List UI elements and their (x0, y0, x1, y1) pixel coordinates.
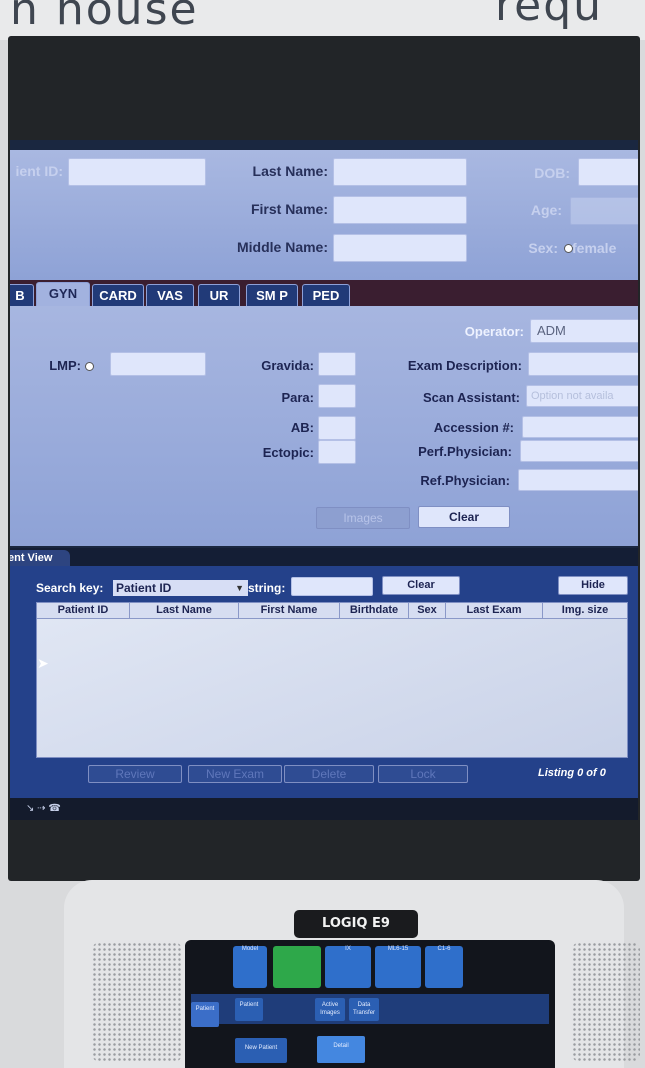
gravida-label: Gravida: (261, 358, 314, 373)
age-field[interactable] (570, 197, 638, 225)
para-field[interactable] (318, 384, 356, 408)
accession-label: Accession #: (433, 420, 514, 435)
new-exam-button[interactable]: New Exam (188, 765, 282, 783)
lock-button[interactable]: Lock (378, 765, 468, 783)
speaker-grille-right (572, 942, 640, 1062)
touch-mode-probe-ix[interactable]: IX (325, 946, 371, 988)
touch-side-patient[interactable]: Patient (191, 1002, 219, 1027)
exam-details-pane: Operator: ADM LMP: Gravida: Para: AB: Ec… (10, 306, 638, 546)
images-button[interactable]: Images (316, 507, 410, 529)
string-label: string: (248, 581, 286, 595)
col-img-size[interactable]: Img. size (543, 603, 627, 618)
tab-card[interactable]: CARD (92, 284, 144, 307)
tab-vas[interactable]: VAS (146, 284, 194, 307)
tab-gyn[interactable]: GYN (36, 282, 90, 307)
listing-count: Listing 0 of 0 (538, 767, 606, 779)
clear-search-button[interactable]: Clear (382, 576, 460, 595)
ultrasound-screen: ient ID: Last Name: First Name: Middle N… (10, 140, 638, 820)
scan-assistant-label: Scan Assistant: (422, 390, 520, 405)
first-name-field[interactable] (333, 196, 467, 224)
ab-field[interactable] (318, 416, 356, 440)
touch-mode-probe-1[interactable] (273, 946, 321, 988)
touch-active-images-button[interactable]: Active Images (315, 998, 345, 1021)
lmp-label: LMP: (34, 358, 94, 373)
ectopic-label: Ectopic: (262, 445, 314, 460)
dob-label: DOB: (534, 165, 570, 181)
search-key-label: Search key: (36, 581, 104, 595)
background-sign-right: requ (495, 0, 604, 31)
col-patient-id[interactable]: Patient ID (37, 603, 130, 618)
hide-button[interactable]: Hide (558, 576, 628, 595)
perf-physician-label: Perf.Physician: (418, 444, 512, 459)
scan-assistant-field[interactable]: Option not availa (526, 385, 638, 407)
scan-assistant-value: Option not availa (531, 390, 614, 402)
first-name-label: First Name: (250, 201, 328, 217)
ref-physician-field[interactable] (518, 469, 638, 491)
perf-physician-field[interactable] (520, 440, 638, 462)
background-sign-left: n house (10, 0, 199, 35)
gravida-field[interactable] (318, 352, 356, 376)
mouse-cursor-icon: ➤ (37, 655, 49, 671)
exam-description-field[interactable] (528, 352, 638, 376)
patient-list-table: Patient ID Last Name First Name Birthdat… (36, 602, 628, 758)
para-label: Para: (281, 390, 314, 405)
col-last-name[interactable]: Last Name (130, 603, 239, 618)
logiq-logo: LOGIQ E9 (294, 910, 418, 938)
touch-panel: Model IX ML6-15 C1-6 Patient Active Imag… (185, 940, 555, 1068)
patient-view-tab[interactable]: ent View (10, 550, 70, 566)
touch-patient-button[interactable]: Patient (235, 998, 263, 1021)
search-string-field[interactable] (291, 577, 373, 596)
category-tabbar: B GYN CARD VAS UR SM P PED (10, 280, 638, 307)
speaker-grille-left (92, 942, 182, 1062)
patient-header: ient ID: Last Name: First Name: Middle N… (10, 150, 638, 280)
patient-id-label: ient ID: (15, 163, 63, 179)
middle-name-field[interactable] (333, 234, 467, 262)
tab-b[interactable]: B (10, 284, 34, 307)
review-button[interactable]: Review (88, 765, 182, 783)
touch-new-patient-button[interactable]: New Patient (235, 1038, 287, 1063)
col-birthdate[interactable]: Birthdate (340, 603, 409, 618)
patient-view-panel: Search key: Patient ID ▼ string: Clear H… (10, 566, 638, 798)
last-name-field[interactable] (333, 158, 467, 186)
touch-subpanel: Patient Active Images Data Transfer (191, 994, 549, 1024)
middle-name-label: Middle Name: (236, 239, 328, 255)
touch-detail-button[interactable]: Detail (317, 1036, 365, 1063)
touch-mode-probe-c16[interactable]: C1-6 (425, 946, 463, 988)
operator-value: ADM (537, 323, 566, 338)
ectopic-field[interactable] (318, 440, 356, 464)
accession-field[interactable] (522, 416, 638, 438)
patient-view-tabrow: ent View (10, 548, 638, 566)
delete-button[interactable]: Delete (284, 765, 374, 783)
sex-label: Sex: (528, 240, 558, 256)
ab-label: AB: (290, 420, 314, 435)
patient-list-header: Patient ID Last Name First Name Birthdat… (37, 603, 627, 619)
dob-field[interactable] (578, 158, 638, 186)
col-sex[interactable]: Sex (409, 603, 446, 618)
tab-smp[interactable]: SM P (246, 284, 298, 307)
tab-ur[interactable]: UR (198, 284, 240, 307)
status-bar: ↘ ⇢ ☎ (10, 798, 638, 820)
lmp-field[interactable] (110, 352, 206, 376)
touch-mode-probe-ml615[interactable]: ML6-15 (375, 946, 421, 988)
sex-female-label: female (572, 240, 617, 256)
col-last-exam[interactable]: Last Exam (446, 603, 543, 618)
touch-mode-model[interactable]: Model (233, 946, 267, 988)
ref-physician-label: Ref.Physician: (420, 473, 510, 488)
operator-field[interactable]: ADM (530, 319, 638, 343)
patient-id-field[interactable] (68, 158, 206, 186)
touch-data-transfer-button[interactable]: Data Transfer (349, 998, 379, 1021)
tab-ped[interactable]: PED (302, 284, 350, 307)
col-first-name[interactable]: First Name (239, 603, 340, 618)
age-label: Age: (530, 202, 562, 218)
lmp-radio[interactable] (85, 362, 94, 372)
clear-exam-button[interactable]: Clear (418, 506, 510, 528)
search-key-select[interactable]: Patient ID ▼ (113, 580, 248, 596)
search-key-value: Patient ID (116, 581, 172, 595)
last-name-label: Last Name: (252, 163, 328, 179)
exam-description-label: Exam Description: (407, 358, 522, 373)
operator-label: Operator: (464, 324, 524, 339)
chevron-down-icon: ▼ (235, 583, 244, 593)
